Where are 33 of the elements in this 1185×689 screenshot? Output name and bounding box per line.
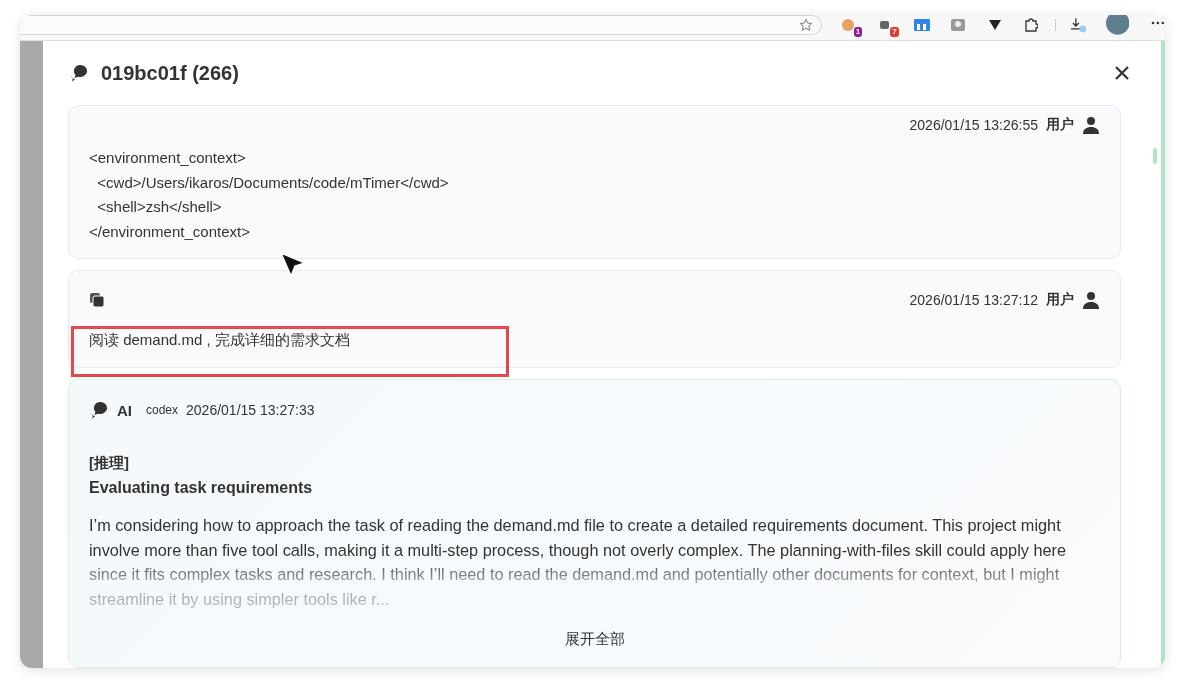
cookie-icon (842, 18, 855, 31)
camera-icon (951, 18, 966, 31)
more-icon[interactable] (1151, 20, 1165, 25)
sender-name: 用户 (1046, 291, 1074, 309)
sender-name: AI (117, 401, 132, 419)
message-time: 2026/01/15 13:27:12 (909, 292, 1038, 308)
person-icon (1082, 116, 1100, 134)
dialog-title: 019bc01f (266) (101, 61, 240, 85)
message-time: 2026/01/15 13:27:33 (186, 402, 315, 418)
message-text: <environment_context> <cwd>/Users/ikaros/Documents/code/mTimer</cwd> <shell>zsh</shell> </environment_context> (89, 148, 450, 242)
close-button[interactable] (1113, 64, 1131, 82)
reasoning-tag: [推理] (89, 454, 1100, 473)
reasoning-text: I’m considering how to approach the task of reading the demand.md file to create a detailed requirements document. This project might involve more than five tool calls, making it a multi-step process, though not overly complex. The planning-with-files skill could apply here since it fits complex tasks and research. I think I’ll need to read the demand.md and potentially other documents for context, but I might streamline it by using simpler tools like r... (89, 515, 1068, 610)
puzzle-icon (1024, 17, 1038, 32)
reasoning-heading: Evaluating task requirements (89, 479, 314, 497)
person-icon (1082, 291, 1100, 309)
triangle-icon (988, 19, 1001, 30)
message-text: 阅读 demand.md , 完成详细的需求文档 (89, 331, 351, 349)
download-icon[interactable] (1070, 16, 1088, 33)
star-icon[interactable] (798, 17, 813, 32)
count-badge: 7 (890, 26, 899, 37)
count-badge: 1 (853, 26, 863, 37)
board-icon (913, 18, 930, 31)
avatar[interactable] (1105, 15, 1130, 35)
chat-bubbles-icon (69, 63, 89, 83)
message-time: 2026/01/15 13:26:55 (909, 117, 1038, 133)
model-name: codex (146, 403, 179, 417)
copy-icon[interactable] (89, 292, 105, 308)
square-icon (880, 20, 890, 29)
expand-all-button[interactable]: 展开全部 (558, 629, 631, 650)
chat-bubbles-icon (89, 400, 109, 420)
sender-name: 用户 (1046, 116, 1074, 134)
scrollbar-thumb[interactable] (1153, 148, 1157, 164)
